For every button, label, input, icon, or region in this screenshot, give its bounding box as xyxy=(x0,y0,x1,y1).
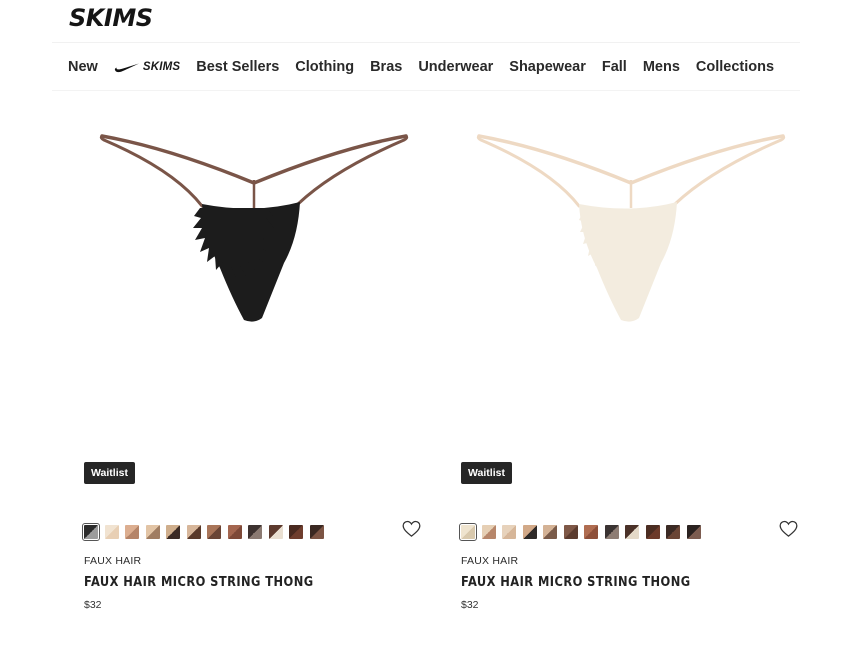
wishlist-heart-icon[interactable] xyxy=(402,520,421,538)
nav-underwear[interactable]: Underwear xyxy=(418,59,493,75)
color-swatch[interactable] xyxy=(481,525,496,539)
color-swatch[interactable] xyxy=(145,525,160,539)
nav-new[interactable]: New xyxy=(68,59,98,75)
nav-collections[interactable]: Collections xyxy=(696,59,774,75)
color-swatch[interactable] xyxy=(289,525,303,539)
nav-fall[interactable]: Fall xyxy=(602,59,627,75)
color-swatch[interactable] xyxy=(125,525,139,539)
product-price: $32 xyxy=(461,599,479,611)
color-swatch[interactable] xyxy=(604,525,619,539)
color-swatch[interactable] xyxy=(502,525,516,539)
header-divider-bottom xyxy=(52,90,800,91)
nav-collab-wordmark: SKIMS xyxy=(142,61,181,73)
product-image[interactable] xyxy=(461,128,801,328)
color-swatch[interactable] xyxy=(543,525,557,539)
nav-shapewear[interactable]: Shapewear xyxy=(509,59,586,75)
nav-bras[interactable]: Bras xyxy=(370,59,402,75)
waitlist-badge: Waitlist xyxy=(461,462,512,484)
product-price: $32 xyxy=(84,599,102,611)
color-swatch[interactable] xyxy=(207,525,221,539)
product-title[interactable]: FAUX HAIR MICRO STRING THONG xyxy=(461,575,691,590)
product-brand: FAUX HAIR xyxy=(461,555,519,567)
color-swatch[interactable] xyxy=(645,525,660,539)
color-swatch[interactable] xyxy=(268,525,283,539)
skims-logo[interactable]: SKIMS xyxy=(68,3,168,31)
color-swatch[interactable] xyxy=(82,523,100,541)
color-swatch[interactable] xyxy=(227,525,242,539)
nav-swoosh-skims[interactable]: SKIMS xyxy=(114,61,180,73)
color-swatches xyxy=(82,523,330,541)
waitlist-badge: Waitlist xyxy=(84,462,135,484)
color-swatch[interactable] xyxy=(522,525,537,539)
color-swatch[interactable] xyxy=(186,525,201,539)
color-swatch[interactable] xyxy=(625,525,639,539)
color-swatch[interactable] xyxy=(166,525,180,539)
color-swatch[interactable] xyxy=(563,525,578,539)
color-swatches xyxy=(459,523,707,541)
nav-clothing[interactable]: Clothing xyxy=(295,59,354,75)
header-divider-top xyxy=(52,42,800,43)
wishlist-heart-icon[interactable] xyxy=(779,520,798,538)
product-image[interactable] xyxy=(84,128,424,328)
color-swatch[interactable] xyxy=(459,523,477,541)
nav-mens[interactable]: Mens xyxy=(643,59,680,75)
main-nav: New SKIMS Best Sellers Clothing Bras Und… xyxy=(68,56,774,78)
swoosh-icon xyxy=(114,63,139,72)
product-title[interactable]: FAUX HAIR MICRO STRING THONG xyxy=(84,575,314,590)
logo-text: SKIMS xyxy=(69,4,152,31)
color-swatch[interactable] xyxy=(309,525,324,539)
color-swatch[interactable] xyxy=(104,525,119,539)
color-swatch[interactable] xyxy=(666,525,680,539)
nav-best-sellers[interactable]: Best Sellers xyxy=(196,59,279,75)
product-brand: FAUX HAIR xyxy=(84,555,142,567)
product-card[interactable]: Waitlist FAUX HAIR FAUX HAIR MICRO STRIN… xyxy=(459,110,801,630)
color-swatch[interactable] xyxy=(584,525,598,539)
product-card[interactable]: Waitlist FAUX HAIR FAUX HAIR MICRO STRIN… xyxy=(82,110,424,630)
color-swatch[interactable] xyxy=(686,525,701,539)
color-swatch[interactable] xyxy=(248,525,262,539)
